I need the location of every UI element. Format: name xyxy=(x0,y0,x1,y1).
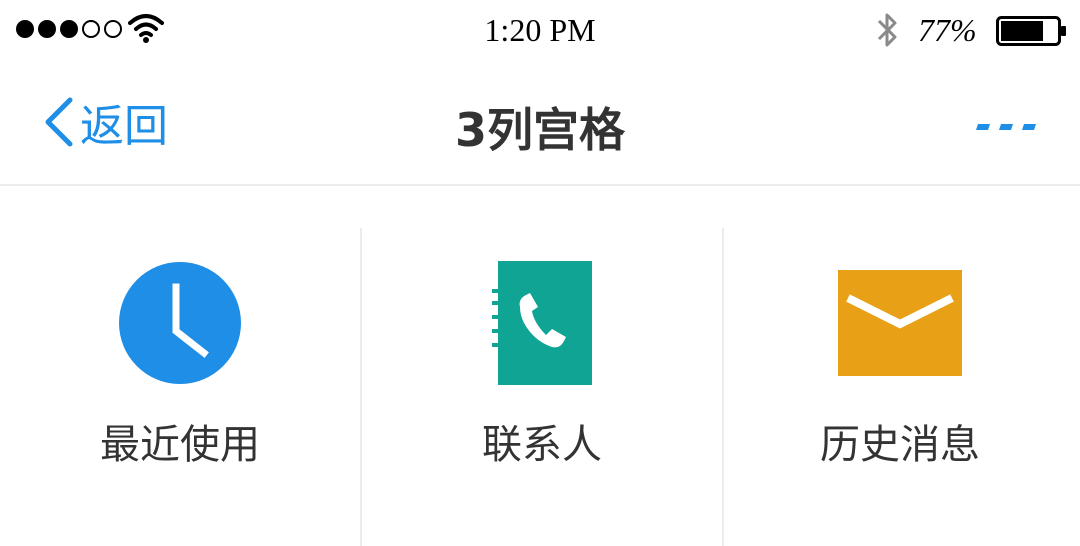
grid-item-recent[interactable]: 最近使用 xyxy=(0,228,360,546)
grid-item-history-messages[interactable]: 历史消息 xyxy=(720,228,1080,546)
battery-percentage: 77% xyxy=(918,12,977,48)
grid-item-icon xyxy=(0,258,360,388)
grid-item-label: 历史消息 xyxy=(820,422,980,468)
screen: 1:20 PM 77% 返回 3列宫格 最近使用 联系人 历史消息 xyxy=(0,0,1080,546)
grid-item-label: 最近使用 xyxy=(100,422,260,468)
bluetooth-icon xyxy=(877,13,897,47)
grid-item-icon xyxy=(362,258,722,388)
navigation-bar: 返回 3列宫格 xyxy=(0,60,1080,186)
battery-icon xyxy=(996,16,1066,46)
status-bar: 1:20 PM 77% xyxy=(0,0,1080,60)
envelope-icon xyxy=(838,270,962,376)
grid-item-label: 联系人 xyxy=(482,422,602,468)
grid-item-icon xyxy=(720,258,1080,388)
page-title: 3列宫格 xyxy=(454,103,625,157)
grid-menu: 最近使用 联系人 历史消息 xyxy=(0,228,1080,546)
more-options-icon[interactable] xyxy=(968,106,1038,142)
contacts-book-icon xyxy=(492,261,592,385)
clock-icon xyxy=(119,262,241,384)
grid-item-contacts[interactable]: 联系人 xyxy=(362,228,722,546)
